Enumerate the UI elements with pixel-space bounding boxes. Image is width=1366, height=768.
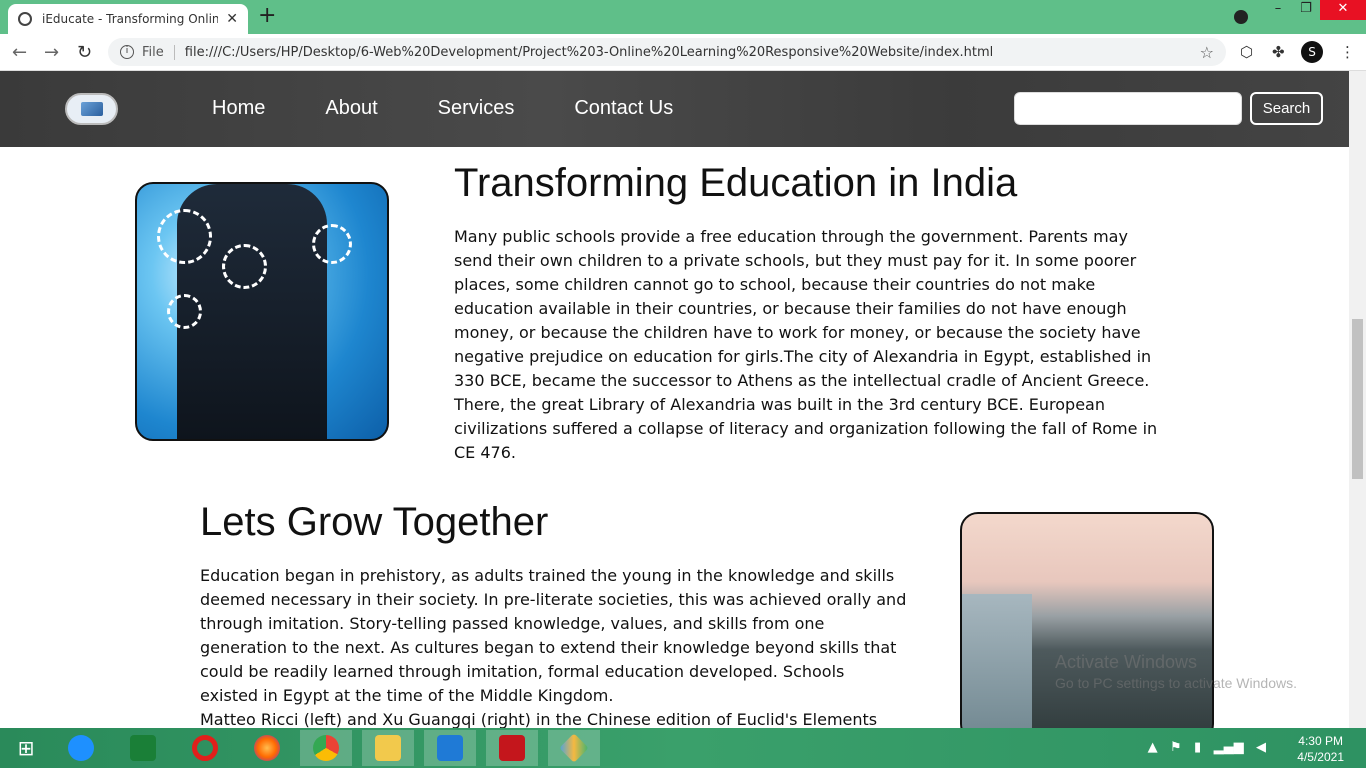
watermark-title: Activate Windows (1055, 652, 1198, 672)
profile-avatar[interactable]: S (1301, 41, 1323, 63)
extensions-puzzle-icon[interactable]: ✤ (1272, 43, 1285, 61)
signal-icon[interactable]: ▂▄▆ (1214, 740, 1244, 755)
search-button[interactable]: Search (1250, 92, 1323, 125)
app-diamond-icon[interactable] (548, 730, 600, 766)
gear-icon (157, 209, 212, 264)
clock-date: 4/5/2021 (1297, 750, 1344, 764)
paragraph-line: negative prejudice on education for girl… (454, 347, 1152, 366)
coastal-city-image (960, 512, 1214, 742)
section1-paragraph: Many public schools provide a free educa… (454, 225, 1157, 465)
paragraph-line: There, the great Library of Alexandria w… (454, 395, 1105, 414)
paragraph-line: money, or because the children have to w… (454, 323, 1141, 342)
clock-time: 4:30 PM (1298, 734, 1343, 748)
windows-start-icon[interactable]: ⊞ (0, 730, 52, 766)
store-icon[interactable] (117, 730, 169, 766)
section2-heading: Lets Grow Together (200, 500, 549, 544)
acrobat-icon[interactable] (486, 730, 538, 766)
back-button[interactable]: ← (12, 42, 27, 63)
windows-taskbar: ⊞ ▲ ⚑ ▮ ▂▄▆ ◀ 4:30 PM 4/5/2021 (0, 728, 1366, 768)
scrollbar-thumb[interactable] (1352, 319, 1363, 479)
paragraph-line: send their own children to a private sch… (454, 251, 1137, 270)
paragraph-line: generation to the next. As cultures bega… (200, 638, 897, 657)
gear-icon (312, 224, 352, 264)
tab-title: iEducate - Transforming Online E (42, 12, 219, 26)
bookmark-star-icon[interactable]: ☆ (1200, 43, 1214, 62)
nav-services[interactable]: Services (438, 97, 515, 120)
gear-icon (222, 244, 267, 289)
activate-windows-watermark: Activate Windows Go to PC settings to ac… (1055, 652, 1297, 691)
paragraph-line: Many public schools provide a free educa… (454, 227, 1128, 246)
page-scrollbar[interactable] (1349, 71, 1366, 728)
browser-tab[interactable]: iEducate - Transforming Online E ✕ (8, 4, 248, 34)
tray-chevron-icon[interactable]: ▲ (1148, 740, 1158, 755)
watermark-subtitle: Go to PC settings to activate Windows. (1055, 675, 1297, 691)
paragraph-line: civilizations suffered a collapse of lit… (454, 419, 1158, 438)
paragraph-line: places, some children cannot go to schoo… (454, 275, 1096, 294)
section2-paragraph: Education began in prehistory, as adults… (200, 564, 906, 732)
internet-explorer-icon[interactable] (55, 730, 107, 766)
url-text: file:///C:/Users/HP/Desktop/6-Web%20Deve… (184, 44, 994, 60)
main-menu: Home About Services Contact Us (212, 97, 733, 120)
new-tab-button[interactable]: + (258, 3, 276, 28)
system-tray: ▲ ⚑ ▮ ▂▄▆ ◀ (1148, 740, 1266, 755)
paragraph-line: education available in their countries, … (454, 299, 1127, 318)
paragraph-line: existed in Egypt at the time of the Midd… (200, 686, 614, 705)
extension-cube-icon[interactable]: ⬡ (1240, 43, 1253, 61)
file-explorer-icon[interactable] (362, 730, 414, 766)
browser-toolbar: ← → ↻ i File file:///C:/Users/HP/Desktop… (0, 34, 1366, 71)
chrome-icon[interactable] (300, 730, 352, 766)
paragraph-line: 330 BCE, became the successor to Athens … (454, 371, 1150, 390)
sea-shape (962, 594, 1032, 740)
globe-icon (18, 12, 32, 26)
nav-home[interactable]: Home (212, 97, 265, 120)
browser-tab-bar: iEducate - Transforming Online E ✕ + – ❐… (0, 0, 1366, 34)
paragraph-line: through imitation. Story-telling passed … (200, 614, 825, 633)
vscode-icon[interactable] (424, 730, 476, 766)
opera-icon[interactable] (179, 730, 231, 766)
site-header: Home About Services Contact Us Search (0, 71, 1366, 147)
menu-kebab-icon[interactable]: ⋮ (1340, 43, 1355, 61)
site-logo[interactable] (65, 93, 118, 125)
profile-menu-icon[interactable] (1234, 10, 1248, 24)
paragraph-line: deemed necessary in their society. In pr… (200, 590, 907, 609)
network-icon[interactable]: ▮ (1194, 740, 1201, 755)
file-label: File (142, 44, 175, 60)
gear-icon (167, 294, 202, 329)
window-controls: – ❐ ✕ (1264, 0, 1366, 20)
reload-button[interactable]: ↻ (77, 42, 92, 63)
paragraph-line: Education began in prehistory, as adults… (200, 566, 895, 585)
nav-contact-us[interactable]: Contact Us (574, 97, 673, 120)
paragraph-line: could be readily learned through imitati… (200, 662, 845, 681)
address-bar[interactable]: i File file:///C:/Users/HP/Desktop/6-Web… (108, 38, 1226, 66)
search-input[interactable] (1014, 92, 1242, 125)
close-tab-icon[interactable]: ✕ (226, 11, 238, 27)
volume-icon[interactable]: ◀ (1256, 740, 1266, 755)
forward-button[interactable]: → (44, 42, 59, 63)
taskbar-clock[interactable]: 4:30 PM 4/5/2021 (1297, 733, 1344, 765)
minimize-icon[interactable]: – (1264, 0, 1292, 20)
close-window-icon[interactable]: ✕ (1320, 0, 1366, 20)
restore-icon[interactable]: ❐ (1292, 0, 1320, 20)
nav-about[interactable]: About (325, 97, 377, 120)
section1-heading: Transforming Education in India (454, 161, 1018, 205)
firefox-icon[interactable] (241, 730, 293, 766)
education-technology-image (135, 182, 389, 441)
info-icon[interactable]: i (120, 45, 134, 59)
flag-icon[interactable]: ⚑ (1170, 740, 1182, 755)
paragraph-line: CE 476. (454, 443, 516, 462)
